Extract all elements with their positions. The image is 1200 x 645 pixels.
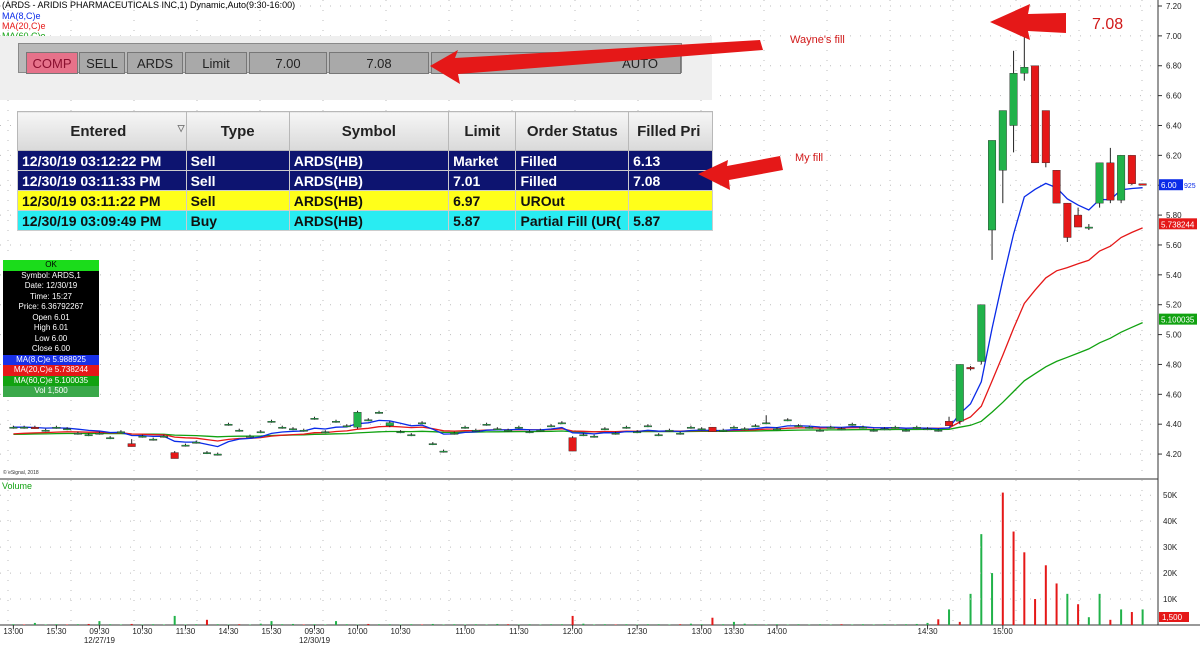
annotation-my-fill: My fill <box>795 152 824 164</box>
annotation-wayne-fill: Wayne's fill <box>790 34 845 46</box>
arrow-wayne-fill-icon <box>430 40 763 84</box>
annotation-layer <box>430 4 1066 190</box>
arrow-my-fill-icon <box>698 156 783 190</box>
arrow-price-icon <box>990 4 1066 40</box>
annotation-price: 7.08 <box>1092 16 1124 33</box>
